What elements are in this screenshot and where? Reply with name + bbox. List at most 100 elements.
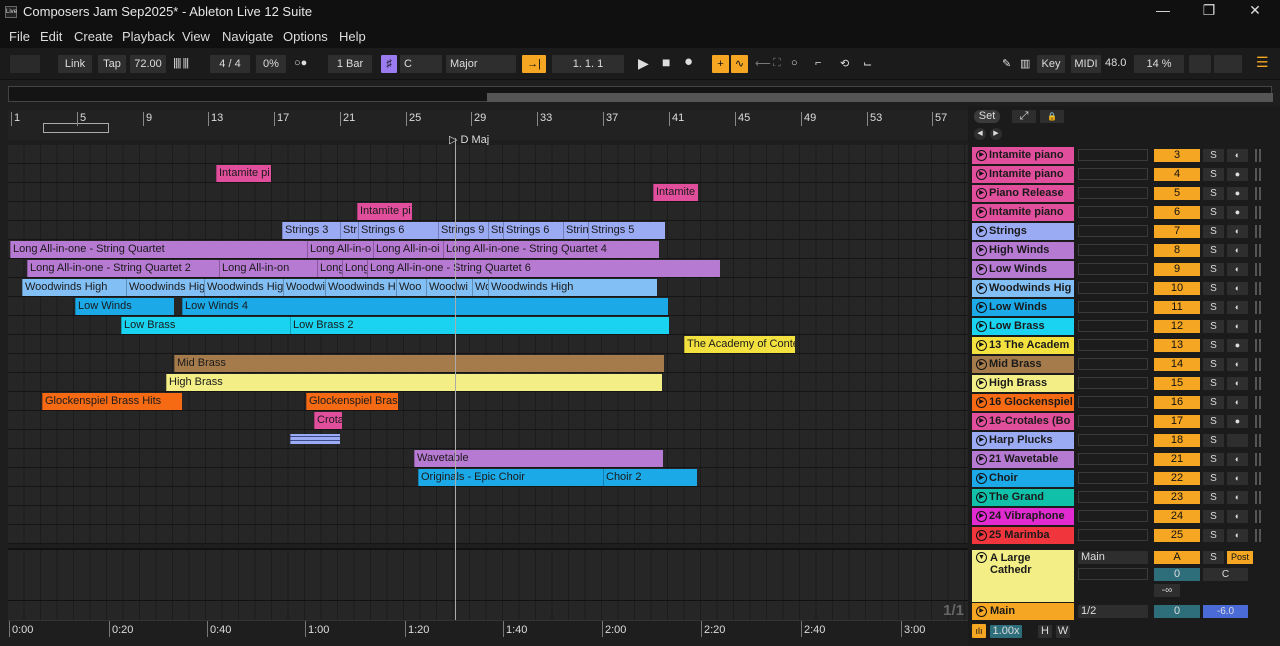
track-lane[interactable]: Low Winds Low Winds 4: [8, 297, 968, 316]
song-position-field[interactable]: 1. 1. 1: [552, 55, 624, 73]
track-lane[interactable]: Intamite pi: [8, 202, 968, 221]
clip[interactable]: Wo: [472, 279, 488, 296]
track-header[interactable]: ▶ Low Winds 9 S ◐: [968, 260, 1280, 279]
restore-icon[interactable]: ❐: [1194, 2, 1224, 19]
loop-brace[interactable]: [43, 123, 109, 133]
track-name-box[interactable]: ▶ Intamite piano: [972, 204, 1074, 221]
arm-button[interactable]: ◐: [1227, 510, 1248, 523]
clip[interactable]: Low Winds: [75, 298, 174, 315]
arm-button[interactable]: ◐: [1227, 244, 1248, 257]
clip[interactable]: Long All-in-oi: [373, 241, 443, 258]
midi-clip[interactable]: [290, 434, 340, 444]
close-icon[interactable]: ✕: [1240, 2, 1270, 19]
clip[interactable]: Low Brass: [121, 317, 290, 334]
track-number-button[interactable]: 4: [1154, 168, 1200, 181]
track-lane[interactable]: Strings 3 Str Strings 6 Strings 9 Str St…: [8, 221, 968, 240]
quantize-select[interactable]: 1 Bar: [328, 55, 372, 73]
playhead[interactable]: [455, 138, 456, 624]
arm-button[interactable]: ◐: [1227, 301, 1248, 314]
arm-button[interactable]: ◐: [1227, 396, 1248, 409]
menu-playback[interactable]: Playback: [122, 29, 175, 44]
back-to-arrangement-icon[interactable]: ⟵: [755, 57, 771, 70]
track-header[interactable]: ▶ The Grand 23 S ◐: [968, 488, 1280, 507]
menu-navigate[interactable]: Navigate: [222, 29, 273, 44]
track-header[interactable]: ▶ 16 Glockenspiel 16 S ◐: [968, 393, 1280, 412]
solo-button[interactable]: S: [1203, 301, 1224, 314]
key-map-button[interactable]: Key: [1037, 55, 1065, 73]
arm-button[interactable]: ◐: [1227, 225, 1248, 238]
overview-view-window[interactable]: [487, 93, 1273, 102]
track-header[interactable]: ▶ 16-Crotales (Bo 17 S ●: [968, 412, 1280, 431]
track-name-box[interactable]: ▶ Choir: [972, 470, 1074, 487]
track-lane[interactable]: [8, 145, 968, 164]
play-icon[interactable]: ▶: [976, 283, 987, 294]
play-icon[interactable]: ▶: [976, 188, 987, 199]
track-lane[interactable]: High Brass: [8, 373, 968, 392]
track-lane[interactable]: Wavetable: [8, 449, 968, 468]
arm-button[interactable]: ●: [1227, 187, 1248, 200]
track-name-box[interactable]: ▶ 13 The Academ: [972, 337, 1074, 354]
arm-button[interactable]: ●: [1227, 206, 1248, 219]
zoom-field[interactable]: 1.00x: [990, 625, 1022, 638]
track-name-box[interactable]: ▶ 16 Glockenspiel: [972, 394, 1074, 411]
clip[interactable]: Str: [340, 222, 358, 239]
arrangement-view-icon[interactable]: [10, 55, 40, 73]
solo-button[interactable]: S: [1203, 320, 1224, 333]
clip[interactable]: Long All-in-o: [307, 241, 373, 258]
play-icon[interactable]: ▶: [976, 302, 987, 313]
track-lane[interactable]: Mid Brass: [8, 354, 968, 373]
clip[interactable]: High Brass: [166, 374, 662, 391]
track-lane[interactable]: Originals - Epic Choir Choir 2: [8, 468, 968, 487]
clip[interactable]: Long All-in-one - String Quartet 4: [443, 241, 659, 258]
post-button[interactable]: Post: [1227, 551, 1253, 564]
expand-icon[interactable]: ⤢: [1012, 110, 1036, 123]
clip[interactable]: Long All-in-one - String Quartet 6: [367, 260, 720, 277]
clip[interactable]: Woodwinds High: [488, 279, 657, 296]
track-name-box[interactable]: ▶ Mid Brass: [972, 356, 1074, 373]
return-volume[interactable]: 0: [1154, 568, 1200, 581]
arm-button[interactable]: ◐: [1227, 149, 1248, 162]
arm-button[interactable]: ◐: [1227, 320, 1248, 333]
arm-button[interactable]: ◐: [1227, 529, 1248, 542]
track-header[interactable]: ▶ Choir 22 S ◐: [968, 469, 1280, 488]
track-name-box[interactable]: ▶ Intamite piano: [972, 147, 1074, 164]
play-icon[interactable]: ▶: [976, 359, 987, 370]
clip[interactable]: Intamite pi: [216, 165, 271, 182]
track-name-box[interactable]: ▶ Harp Plucks: [972, 432, 1074, 449]
punch-out-icon[interactable]: ⌙: [863, 57, 872, 70]
clip[interactable]: Woodwinds High: [204, 279, 283, 296]
track-lane[interactable]: Long All-in-one - String Quartet 2 Long …: [8, 259, 968, 278]
arm-button[interactable]: ●: [1227, 339, 1248, 352]
track-number-button[interactable]: 6: [1154, 206, 1200, 219]
track-number-button[interactable]: 16: [1154, 396, 1200, 409]
track-number-button[interactable]: 12: [1154, 320, 1200, 333]
main-track-header[interactable]: ▶ Main: [972, 603, 1074, 620]
return-solo-button[interactable]: S: [1203, 551, 1224, 564]
track-name-box[interactable]: ▶ 24 Vibraphone: [972, 508, 1074, 525]
track-number-button[interactable]: 23: [1154, 491, 1200, 504]
clip[interactable]: Intamite pi: [357, 203, 412, 220]
main-volume[interactable]: 0: [1154, 605, 1200, 618]
track-lane[interactable]: Long All-in-one - String Quartet Long Al…: [8, 240, 968, 259]
track-name-box[interactable]: ▶ 25 Marimba: [972, 527, 1074, 544]
track-lane[interactable]: [8, 487, 968, 506]
play-icon[interactable]: ▶: [976, 606, 987, 617]
menu-icon[interactable]: ☰: [1256, 54, 1269, 71]
mixer-toggle-icon[interactable]: ılı: [972, 624, 986, 638]
arm-button[interactable]: ◐: [1227, 282, 1248, 295]
track-header[interactable]: ▶ Strings 7 S ◐: [968, 222, 1280, 241]
track-number-button[interactable]: 5: [1154, 187, 1200, 200]
track-header[interactable]: ▶ High Winds 8 S ◐: [968, 241, 1280, 260]
track-name-box[interactable]: ▶ Intamite piano: [972, 166, 1074, 183]
solo-button[interactable]: S: [1203, 263, 1224, 276]
overdub-button[interactable]: +: [712, 55, 729, 73]
metronome-icon[interactable]: |||| |||: [173, 57, 189, 69]
clip[interactable]: Low Brass 2: [290, 317, 669, 334]
track-header[interactable]: ▶ Intamite piano 6 S ●: [968, 203, 1280, 222]
session-record-icon[interactable]: ○: [791, 57, 798, 69]
w-button[interactable]: W: [1056, 625, 1070, 638]
draw-mode-icon[interactable]: ✎: [1002, 57, 1011, 70]
play-icon[interactable]: ▶: [976, 264, 987, 275]
play-icon[interactable]: ▶: [976, 340, 987, 351]
back-icon[interactable]: ◀: [974, 128, 986, 140]
